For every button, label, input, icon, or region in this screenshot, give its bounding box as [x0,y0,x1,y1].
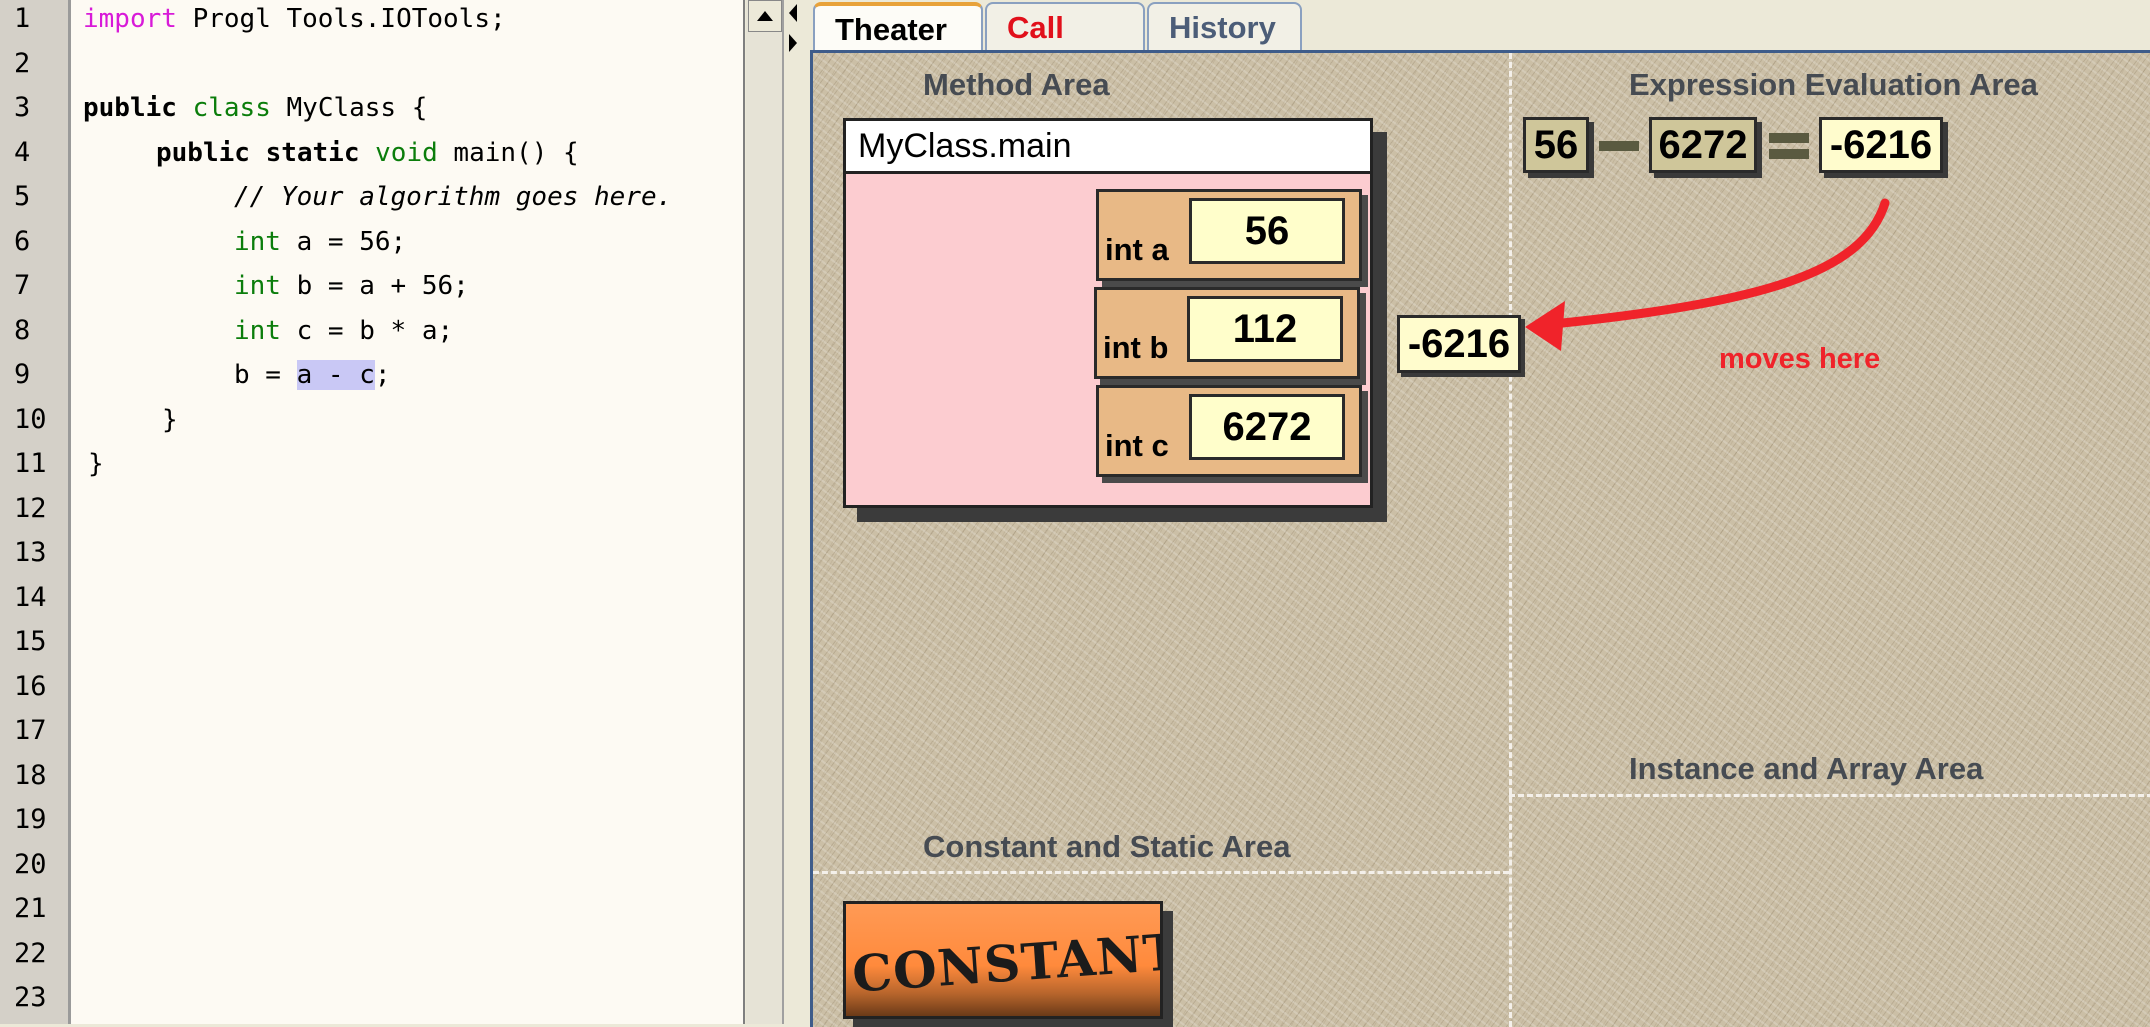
code-line-11: } [88,449,104,479]
moving-result-value: -6216 [1397,315,1521,373]
line-number: 11 [14,448,47,479]
code-line-10: } [162,404,178,435]
line-number: 1 [14,3,31,34]
keyword-int: int [234,315,281,346]
scroll-up-button[interactable] [748,0,782,32]
equals-operator-bottom [1769,149,1809,159]
method-frame[interactable]: MyClass.main int a 56 int b 112 int c 62… [843,118,1373,508]
keyword-void: void [375,137,438,168]
line-number: 20 [14,848,47,880]
instance-area-label: Instance and Array Area [1629,751,1984,786]
keyword-public-static: public static [156,137,360,168]
expression-result: -6216 [1819,117,1943,173]
area-divider-vertical [1509,53,1512,1027]
line-number: 18 [14,759,47,791]
line-number: 12 [14,492,47,524]
keyword-int: int [234,271,281,301]
editor-scrollbar[interactable] [746,0,784,1024]
variable-label: int a [1105,232,1169,267]
frame-title: MyClass.main [843,118,1373,174]
expression-operand-left: 56 [1523,117,1589,173]
variable-label: int c [1105,428,1169,463]
keyword-int: int [234,226,281,257]
line-number: 5 [14,181,31,212]
line-number: 6 [14,225,31,257]
line-number: 13 [14,537,47,568]
constants-label: CONSTANTS [850,919,1163,1004]
line-number: 21 [14,893,47,924]
tab-history[interactable]: History [1147,2,1302,50]
expression-operand-right: 6272 [1649,117,1757,173]
line-number: 15 [14,626,47,657]
code-text: a = 56; [280,226,407,257]
line-number: 22 [14,937,47,969]
keyword-public: public [83,93,177,123]
code-text: Progl Tools.IOTools; [176,4,506,34]
code-line-5: // Your algorithm goes here. [234,182,673,212]
variable-c[interactable]: int c 6272 [1096,385,1362,477]
variable-b[interactable]: int b 112 [1094,287,1360,379]
tab-theater[interactable]: Theater [813,2,983,50]
code-text: ; [374,360,391,390]
variable-value: 6272 [1189,394,1345,460]
highlighted-expression: a - c [296,360,375,390]
theater-stage: Method Area Expression Evaluation Area I… [810,50,2150,1027]
line-number: 16 [14,670,47,702]
code-text: c = b * a; [280,315,454,346]
line-number: 8 [14,314,31,346]
keyword-import: import [83,4,177,34]
area-divider-constants [813,871,1509,874]
code-line-4: public static void main() { [156,131,579,176]
code-line-1: import Progl Tools.IOTools; [83,0,506,42]
code-text: b = a + 56; [280,271,469,301]
tab-bar: Theater Call Tree History [803,0,2150,93]
splitter-arrows[interactable] [786,0,800,60]
method-area-label: Method Area [923,67,1110,102]
line-number: 17 [14,715,47,746]
keyword-class: class [192,93,271,123]
arrow-up-icon [757,11,773,21]
frame-body: int a 56 int b 112 int c 6272 [843,174,1373,508]
constant-area-label: Constant and Static Area [923,829,1291,864]
code-line-7: int b = a + 56; [234,264,469,309]
line-number: 14 [14,581,47,613]
line-number: 23 [14,982,47,1013]
code-editor[interactable]: 1 2 3 4 5 6 7 8 9 10 11 12 13 14 15 16 1… [0,0,743,1024]
code-line-6: int a = 56; [234,220,406,265]
line-number: 10 [14,403,47,435]
code-text: MyClass { [270,93,428,123]
line-number: 2 [14,47,31,79]
line-number: 4 [14,136,31,168]
code-line-3: public class MyClass { [83,86,427,131]
variable-label: int b [1103,330,1169,365]
minus-operator [1599,141,1639,151]
expression-area-label: Expression Evaluation Area [1629,67,2038,102]
variable-a[interactable]: int a 56 [1096,189,1362,281]
annotation-text: moves here [1719,343,1881,375]
variable-value: 112 [1187,296,1343,362]
constants-block[interactable]: CONSTANTS [843,901,1163,1019]
equals-operator-top [1769,133,1809,143]
line-number: 7 [14,270,31,301]
code-text: b = [234,360,297,390]
line-number: 19 [14,804,47,835]
tab-call-tree[interactable]: Call Tree [985,2,1145,93]
collapse-arrows-icon [789,4,797,52]
code-line-8: int c = b * a; [234,309,453,354]
variable-value: 56 [1189,198,1345,264]
tab-history-label: History [1169,10,1276,45]
line-number: 3 [14,92,31,123]
code-line-9: b = a - c; [234,353,391,398]
area-divider-instance [1509,794,2150,797]
tab-theater-label: Theater [835,12,947,47]
line-number: 9 [14,359,31,390]
line-number-gutter: 1 2 3 4 5 6 7 8 9 10 11 12 13 14 15 16 1… [0,0,71,1024]
code-text: main() { [437,137,579,168]
